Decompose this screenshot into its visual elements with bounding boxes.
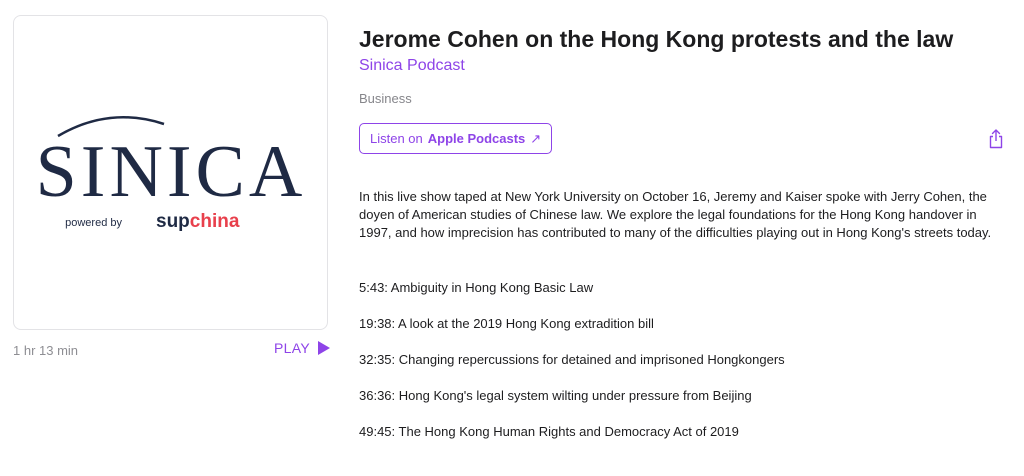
share-icon [989,129,1003,149]
episode-duration: 1 hr 13 min [13,343,79,358]
podcast-link[interactable]: Sinica Podcast [359,57,465,75]
episode-description: In this live show taped at New York Univ… [359,189,992,240]
sinica-logo: SINICA powered by supchina [36,116,307,232]
play-icon [317,341,330,355]
share-button[interactable] [988,129,1004,149]
supchina-brand: supchina [156,211,240,232]
chapter-item: 19:38: A look at the 2019 Hong Kong extr… [359,316,654,331]
arrow-up-right-icon: ↗ [530,130,542,146]
category-label: Business [359,91,412,106]
logo-wordmark: SINICA [36,131,307,213]
episode-title: Jerome Cohen on the Hong Kong protests a… [359,26,954,52]
chapter-list: 5:43: Ambiguity in Hong Kong Basic Law 1… [359,279,785,459]
listen-prefix: Listen on [370,131,423,146]
listen-app-name: Apple Podcasts [427,131,526,146]
chapter-item: 49:45: The Hong Kong Human Rights and De… [359,424,739,439]
chapter-item: 36:36: Hong Kong's legal system wilting … [359,388,752,403]
play-label: PLAY [274,340,310,356]
play-button[interactable]: PLAY [274,340,330,356]
listen-on-apple-podcasts-button[interactable]: Listen on Apple Podcasts ↗ [359,123,553,154]
podcast-artwork: SINICA powered by supchina [13,15,328,330]
powered-by-text: powered by [65,217,122,229]
chapter-item: 5:43: Ambiguity in Hong Kong Basic Law [359,280,594,295]
chapter-item: 32:35: Changing repercussions for detain… [359,352,785,367]
